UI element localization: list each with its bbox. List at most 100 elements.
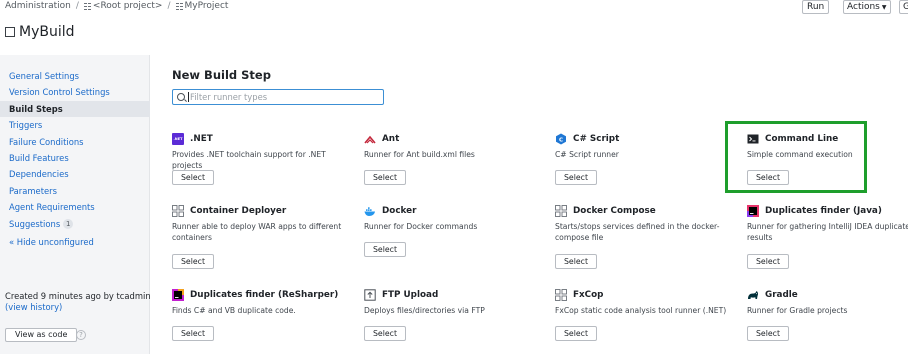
sidebar-item-agent-requirements[interactable]: Agent Requirements — [0, 199, 150, 215]
breadcrumb-administration[interactable]: Administration — [5, 1, 71, 11]
runner-header: Container Deployer — [172, 204, 286, 218]
breadcrumb-root-project-label: <Root project> — [92, 1, 163, 11]
runner-description: C# Script runner — [555, 150, 619, 159]
grid-icon — [555, 205, 567, 217]
runner-name: C# Script — [573, 134, 620, 144]
runner-name: FTP Upload — [382, 290, 439, 300]
grid-icon — [172, 205, 184, 217]
runner-card-ant: Ant Runner for Ant build.xml files Selec… — [364, 132, 544, 204]
ant-icon — [364, 133, 376, 145]
breadcrumb-myproject[interactable]: MyProject — [175, 1, 229, 11]
sidebar-item-build-features[interactable]: Build Features — [0, 150, 150, 166]
sidebar-item-suggestions[interactable]: Suggestions 1 — [0, 216, 150, 232]
suggestions-count-badge: 1 — [63, 218, 74, 229]
select-button[interactable]: Select — [555, 326, 597, 341]
select-button[interactable]: Select — [172, 326, 214, 341]
runner-name: .NET — [190, 134, 213, 144]
runner-card-ftp-upload: FTP Upload Deploys files/directories via… — [364, 288, 544, 354]
view-history-link[interactable]: (view history) — [5, 302, 151, 313]
created-info: Created 9 minutes ago by tcadmin (view h… — [5, 291, 151, 313]
hide-unconfigured-link[interactable]: « Hide unconfigured — [9, 237, 94, 247]
runner-header: Docker — [364, 204, 416, 218]
runner-name: Gradle — [765, 290, 798, 300]
sidebar-item-parameters[interactable]: Parameters — [0, 183, 150, 199]
runner-header: FxCop — [555, 288, 603, 302]
page-title: MyBuild — [5, 22, 75, 42]
runner-header: .NET .NET — [172, 132, 213, 146]
csharp-script-icon: C — [555, 133, 567, 145]
runner-card-duplicates-finder-resharper: Duplicates finder (ReSharper) Finds C# a… — [172, 288, 352, 354]
build-config-icon — [5, 27, 15, 37]
sidebar-item-dependencies[interactable]: Dependencies — [0, 166, 150, 182]
runner-name: FxCop — [573, 290, 604, 300]
runner-description: FxCop static code analysis tool runner (… — [555, 306, 727, 315]
sidebar-item-failure-conditions[interactable]: Failure Conditions — [0, 134, 150, 150]
runner-name: Ant — [382, 134, 400, 144]
runner-description: Runner for Docker commands — [364, 222, 478, 231]
runner-header: Duplicates finder (Java) — [747, 204, 882, 218]
select-button[interactable]: Select — [747, 326, 789, 341]
runner-description: Runner for Ant build.xml files — [364, 150, 475, 159]
runner-card-docker: Docker Runner for Docker commands Select — [364, 204, 544, 276]
grid-icon — [555, 289, 567, 301]
breadcrumb-myproject-label: MyProject — [184, 1, 229, 11]
runner-card-csharp-script: C C# Script C# Script runner Select — [555, 132, 735, 204]
new-build-step-title: New Build Step — [172, 68, 271, 82]
sidebar-item-build-steps[interactable]: Build Steps — [0, 100, 150, 118]
runner-header: C C# Script — [555, 132, 619, 146]
runner-name: Docker Compose — [573, 206, 656, 216]
runner-card-fxcop: FxCop FxCop static code analysis tool ru… — [555, 288, 735, 354]
runner-name: Duplicates finder (Java) — [765, 206, 882, 216]
select-button[interactable]: Select — [555, 170, 597, 185]
breadcrumb-separator: / — [167, 1, 171, 11]
view-as-code-button[interactable]: View as code — [5, 328, 78, 342]
select-button[interactable]: Select — [364, 242, 406, 257]
runner-card-container-deployer: Container Deployer Runner able to deploy… — [172, 204, 352, 276]
dotnet-icon: .NET — [172, 133, 184, 145]
sidebar-item-version-control-settings[interactable]: Version Control Settings — [0, 84, 150, 100]
runner-description: Provides .NET toolchain support for .NET… — [172, 150, 326, 170]
docker-icon — [364, 205, 376, 217]
select-button[interactable]: Select — [172, 170, 214, 185]
runner-description: Starts/stops services defined in the doc… — [555, 222, 720, 242]
project-icon — [83, 2, 91, 10]
extra-button[interactable]: G — [899, 0, 908, 14]
select-button[interactable]: Select — [364, 326, 406, 341]
runner-header: Gradle — [747, 288, 798, 302]
breadcrumb-separator: / — [75, 1, 79, 11]
project-icon — [175, 2, 183, 10]
help-icon[interactable]: ? — [76, 330, 86, 340]
resharper-icon — [172, 289, 184, 301]
select-button[interactable]: Select — [172, 254, 214, 269]
runner-card-duplicates-finder-java: Duplicates finder (Java) Runner for gath… — [747, 204, 908, 276]
highlight-box — [725, 121, 867, 193]
created-text: Created 9 minutes ago by tcadmin — [5, 291, 151, 301]
runner-header: Docker Compose — [555, 204, 656, 218]
runner-card-dotnet: .NET .NET Provides .NET toolchain suppor… — [172, 132, 352, 204]
svg-text:C: C — [559, 137, 563, 143]
sidebar-item-triggers[interactable]: Triggers — [0, 117, 150, 133]
search-icon — [177, 93, 185, 101]
intellij-icon — [747, 205, 759, 217]
actions-button[interactable]: Actions ▼ — [843, 0, 891, 14]
select-button[interactable]: Select — [555, 254, 597, 269]
filter-input[interactable] — [190, 92, 380, 102]
run-button[interactable]: Run — [802, 0, 830, 14]
actions-label: Actions — [847, 2, 880, 12]
runner-description: Runner for Gradle projects — [747, 306, 848, 315]
filter-runner-types-field[interactable] — [172, 89, 384, 105]
chevron-down-icon: ▼ — [881, 4, 887, 11]
select-button[interactable]: Select — [747, 254, 789, 269]
breadcrumb-root-project[interactable]: <Root project> — [83, 1, 163, 11]
gradle-icon — [747, 289, 759, 301]
runner-card-docker-compose: Docker Compose Starts/stops services def… — [555, 204, 735, 276]
sidebar-item-general-settings[interactable]: General Settings — [0, 68, 150, 84]
text-cursor — [188, 92, 189, 102]
runner-description: Runner for gathering IntelliJ IDEA dupli… — [747, 222, 908, 242]
runner-header: FTP Upload — [364, 288, 438, 302]
runner-name: Docker — [382, 206, 417, 216]
settings-nav: General Settings Version Control Setting… — [0, 68, 150, 232]
page-title-text: MyBuild — [19, 24, 75, 40]
select-button[interactable]: Select — [364, 170, 406, 185]
runner-header: Ant — [364, 132, 399, 146]
